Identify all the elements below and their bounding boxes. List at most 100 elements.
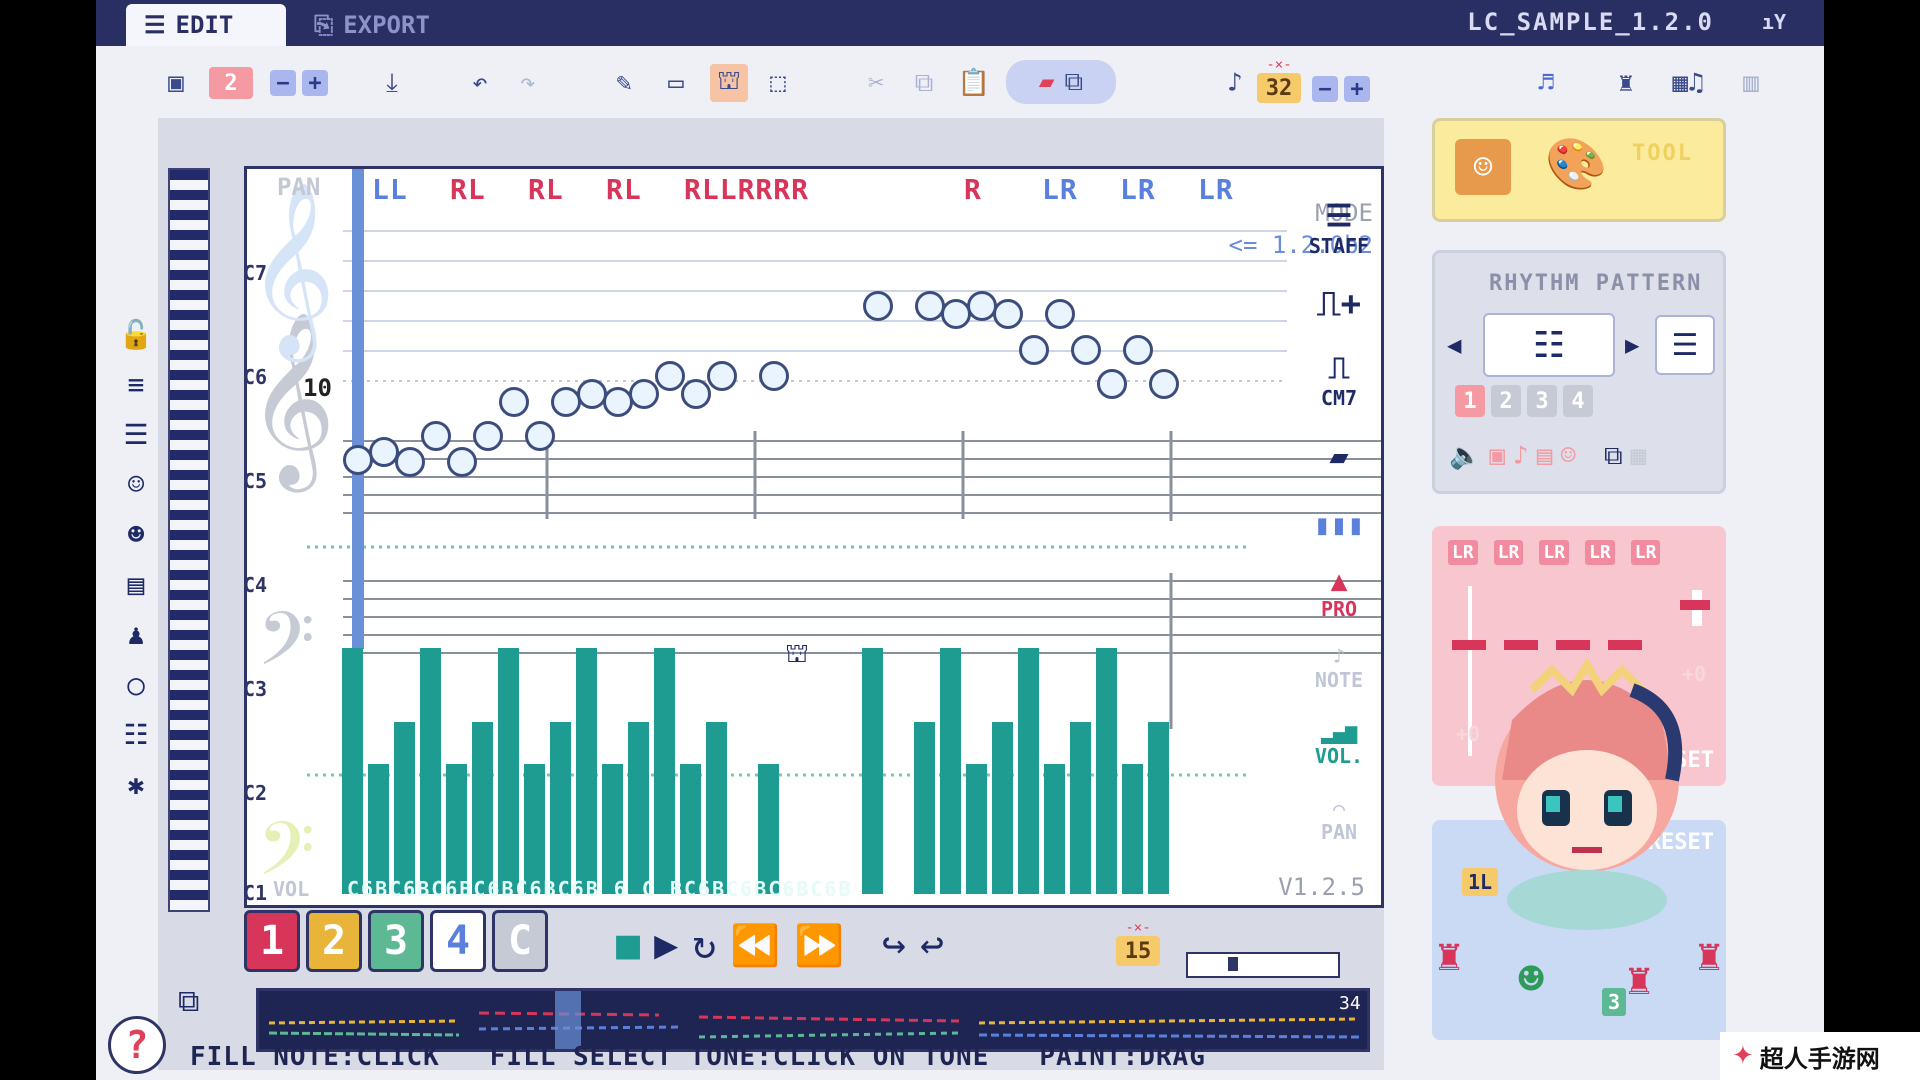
pan-value[interactable]: RL bbox=[606, 173, 684, 206]
rhythm-slot[interactable]: 3 bbox=[1527, 385, 1557, 417]
paste-button[interactable]: 📋 bbox=[954, 58, 994, 108]
mixer-channel-label[interactable]: LR bbox=[1493, 540, 1524, 565]
undo-button[interactable]: ↶ bbox=[460, 58, 500, 108]
note[interactable] bbox=[707, 361, 737, 391]
rhythm-copy-icon[interactable]: ⧉ bbox=[1604, 441, 1623, 472]
note[interactable] bbox=[1045, 299, 1075, 329]
undo-step-button[interactable]: ↩ bbox=[920, 922, 944, 968]
paint-mode-toggle[interactable]: ▰ ⧉ bbox=[1006, 60, 1116, 104]
slot-minus-button[interactable]: − bbox=[270, 70, 296, 96]
tab-export[interactable]: ⎘ EXPORT bbox=[296, 4, 486, 46]
lines-icon[interactable]: ≡ bbox=[128, 368, 145, 401]
pan-value[interactable]: LL bbox=[372, 173, 450, 206]
volume-view-button[interactable]: ▂▄▆ VOL. bbox=[1299, 706, 1379, 782]
volume-bar[interactable] bbox=[654, 648, 675, 894]
tab-edit[interactable]: ☰ EDIT bbox=[126, 4, 286, 46]
channel-2-button[interactable]: 2 bbox=[306, 910, 362, 972]
volume-bar[interactable] bbox=[1070, 722, 1091, 894]
speaker-icon[interactable]: 🔈 bbox=[1449, 441, 1481, 472]
volume-bar[interactable] bbox=[1018, 648, 1039, 894]
mixer-channel-label[interactable]: LR bbox=[1448, 540, 1478, 565]
volume-bar[interactable] bbox=[680, 764, 701, 894]
rewind-button[interactable]: ⏪ bbox=[730, 922, 780, 969]
view-button[interactable]: ▦♫ bbox=[1658, 58, 1718, 108]
note[interactable] bbox=[395, 447, 425, 477]
bus-icon[interactable]: ▤ bbox=[128, 568, 145, 601]
master-fader-knob[interactable] bbox=[1680, 600, 1710, 610]
volume-bar[interactable] bbox=[524, 764, 545, 894]
mixer-channel-label[interactable]: LR bbox=[1585, 540, 1615, 565]
pan-value[interactable] bbox=[914, 173, 964, 206]
pro-button[interactable]: ▲ PRO bbox=[1321, 554, 1357, 630]
redo-step-button[interactable]: ↪ bbox=[882, 922, 906, 968]
loop-button[interactable]: ↻ bbox=[692, 922, 716, 968]
volume-bar[interactable] bbox=[862, 648, 883, 894]
note[interactable] bbox=[681, 379, 711, 409]
fast-forward-button[interactable]: ⏩ bbox=[794, 922, 844, 969]
help-button[interactable]: ? bbox=[108, 1016, 166, 1074]
note-canvas[interactable]: 𝄞 𝄞 𝄢 𝄢 PAN LL RL RL RL RLLRRRR R LR LR … bbox=[244, 166, 1384, 908]
pan-value[interactable]: RL bbox=[528, 173, 606, 206]
volume-bar[interactable] bbox=[420, 648, 441, 894]
note[interactable] bbox=[1019, 335, 1049, 365]
rhythm-paste-icon[interactable]: ▦ bbox=[1631, 441, 1647, 472]
pan-value[interactable]: LR bbox=[1042, 173, 1120, 206]
slot-plus-button[interactable]: + bbox=[302, 70, 328, 96]
play-button[interactable]: ▶ bbox=[654, 922, 678, 968]
color-button[interactable]: ▮▮▮ bbox=[1314, 494, 1365, 554]
channel-4-button[interactable]: 4 bbox=[430, 910, 486, 972]
music-settings-button[interactable]: ♬ bbox=[1526, 58, 1566, 108]
timeline-scroller[interactable] bbox=[1186, 952, 1340, 978]
numbered-list-icon[interactable]: ☷ bbox=[123, 718, 148, 751]
layout-button[interactable]: ▥ bbox=[1726, 58, 1776, 108]
note-view-button[interactable]: ♪ NOTE bbox=[1315, 630, 1363, 706]
folder-button[interactable]: ▣ bbox=[156, 58, 196, 108]
volume-bar[interactable] bbox=[628, 722, 649, 894]
volume-bar[interactable] bbox=[966, 764, 987, 894]
overview-copy-icon[interactable]: ⧉ bbox=[178, 984, 199, 1019]
pan-value[interactable]: RL bbox=[450, 173, 528, 206]
playhead[interactable] bbox=[352, 169, 364, 649]
note[interactable] bbox=[1071, 335, 1101, 365]
fill-button[interactable]: ⛫ bbox=[708, 58, 750, 108]
note[interactable] bbox=[447, 447, 477, 477]
channel-c-button[interactable]: C bbox=[492, 910, 548, 972]
note[interactable] bbox=[1123, 335, 1153, 365]
lock-icon[interactable]: 🔓 bbox=[119, 318, 154, 351]
eraser-button[interactable]: ▭ bbox=[656, 58, 696, 108]
face-icon[interactable]: ☻ bbox=[128, 518, 145, 551]
rhythm-action-4-icon[interactable]: ☺ bbox=[1560, 441, 1576, 472]
rhythm-slot[interactable]: 1 bbox=[1455, 385, 1485, 417]
channel-3-button[interactable]: 3 bbox=[368, 910, 424, 972]
volume-bar[interactable] bbox=[498, 648, 519, 894]
volume-bar[interactable] bbox=[602, 764, 623, 894]
pan-view-button[interactable]: ⌒ PAN bbox=[1321, 782, 1357, 858]
rhythm-action-1-icon[interactable]: ▣ bbox=[1489, 441, 1505, 472]
star-list-icon[interactable]: ✱ bbox=[128, 768, 145, 801]
rhythm-prev-button[interactable]: ◀ bbox=[1447, 331, 1461, 359]
volume-bar[interactable] bbox=[1122, 764, 1143, 894]
volume-bar[interactable] bbox=[472, 722, 493, 894]
rhythm-slot[interactable]: 2 bbox=[1491, 385, 1521, 417]
channel-1-button[interactable]: 1 bbox=[244, 910, 300, 972]
note[interactable] bbox=[993, 299, 1023, 329]
rhythm-action-2-icon[interactable]: ♪ bbox=[1513, 441, 1529, 472]
mixer-channel-label[interactable]: LR bbox=[1539, 540, 1570, 565]
rhythm-list-button[interactable]: ☰ bbox=[1655, 315, 1715, 375]
list-icon[interactable]: ☰ bbox=[123, 418, 148, 451]
note[interactable] bbox=[759, 361, 789, 391]
note[interactable] bbox=[655, 361, 685, 391]
select-button[interactable]: ⬚ bbox=[758, 58, 798, 108]
pan-value[interactable]: LR bbox=[1120, 173, 1198, 206]
stop-button[interactable]: ■ bbox=[616, 922, 640, 968]
rhythm-pattern-selector[interactable]: ☷ bbox=[1483, 313, 1615, 377]
volume-bar[interactable] bbox=[342, 648, 363, 894]
volume-bar[interactable] bbox=[446, 764, 467, 894]
scroller-thumb[interactable] bbox=[1228, 957, 1238, 971]
brush-tool-button[interactable]: ▰ bbox=[1329, 418, 1348, 494]
volume-bar[interactable] bbox=[914, 722, 935, 894]
volume-bar[interactable] bbox=[576, 648, 597, 894]
volume-bars[interactable] bbox=[342, 644, 1169, 894]
palette-icon[interactable]: 🎨 bbox=[1545, 135, 1607, 194]
mixer-fader-knobs[interactable] bbox=[1452, 640, 1652, 650]
